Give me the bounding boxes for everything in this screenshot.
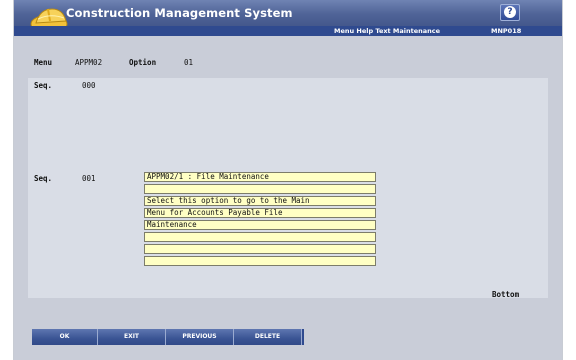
previous-button[interactable]: PREVIOUS: [166, 329, 234, 345]
help-line-7[interactable]: [144, 244, 376, 254]
help-line-2[interactable]: [144, 184, 376, 194]
menu-value: APPM02: [75, 58, 103, 67]
seq-value-1: 001: [82, 174, 96, 183]
screen-code: MNP018: [491, 27, 522, 35]
action-button-bar: OK EXIT PREVIOUS DELETE: [32, 329, 304, 345]
bottom-indicator: Bottom: [492, 290, 520, 299]
help-line-3[interactable]: Select this option to go to the Main: [144, 196, 376, 206]
seq-label-1: Seq.: [34, 174, 53, 183]
help-line-6[interactable]: [144, 232, 376, 242]
help-line-1[interactable]: APPM02/1 : File Maintenance: [144, 172, 376, 182]
screen-title: Menu Help Text Maintenance: [334, 27, 441, 35]
app-title: Construction Management System: [66, 6, 293, 20]
exit-button[interactable]: EXIT: [98, 329, 166, 345]
option-value: 01: [184, 58, 194, 67]
menu-label: Menu: [34, 58, 53, 67]
help-button[interactable]: ?: [500, 4, 520, 21]
help-line-4[interactable]: Menu for Accounts Payable File: [144, 208, 376, 218]
help-line-5[interactable]: Maintenance: [144, 220, 376, 230]
option-label: Option: [129, 58, 157, 67]
seq-value-0: 000: [82, 81, 96, 90]
help-text-panel: Seq. 000 Seq. 001 APPM02/1 : File Mainte…: [28, 78, 548, 299]
delete-button[interactable]: DELETE: [234, 329, 302, 345]
right-frame: [562, 0, 576, 360]
app-window: Construction Management System ? Menu He…: [14, 0, 562, 360]
seq-label-0: Seq.: [34, 81, 53, 90]
title-bar: Construction Management System ?: [14, 0, 562, 34]
left-frame: [0, 0, 14, 360]
help-icon: ?: [504, 6, 516, 18]
help-line-8[interactable]: [144, 256, 376, 266]
ok-button[interactable]: OK: [32, 329, 98, 345]
screen-info-bar: Menu Help Text Maintenance MNP018: [14, 26, 562, 36]
